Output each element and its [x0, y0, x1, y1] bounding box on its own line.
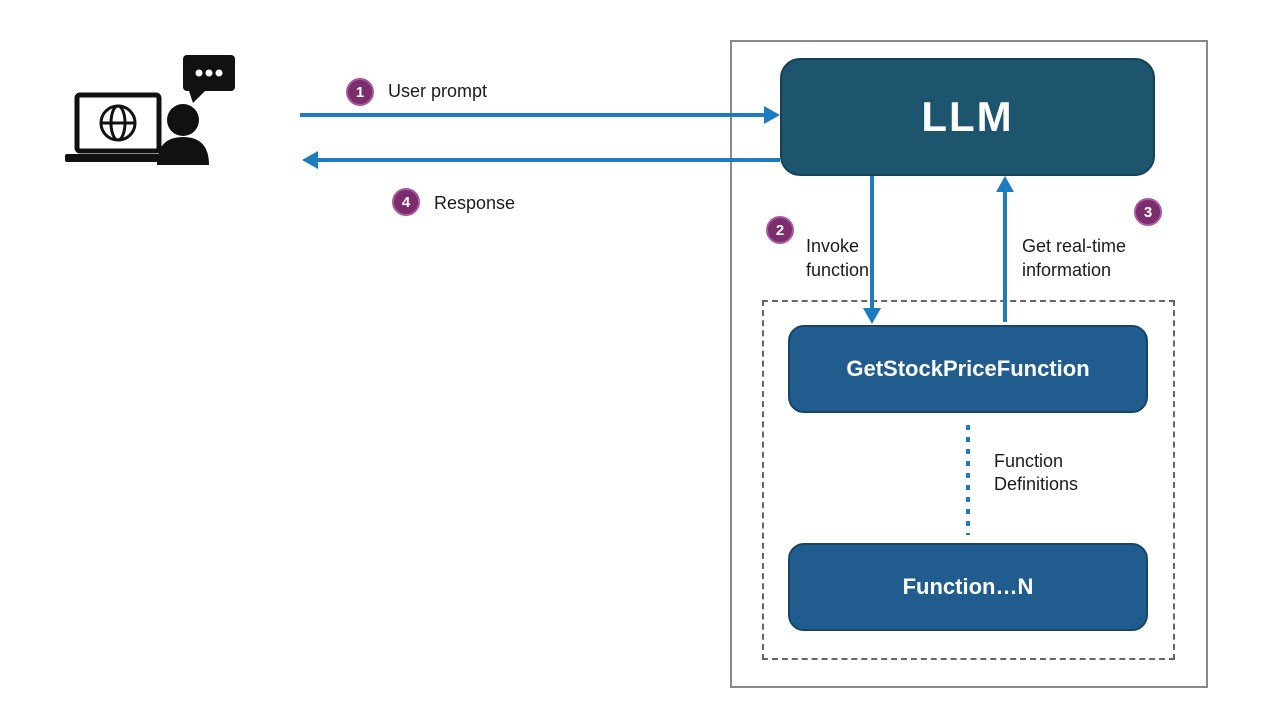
llm-label: LLM [921, 93, 1013, 141]
function-ellipsis [966, 425, 970, 535]
function-box-n: Function…N [788, 543, 1148, 631]
badge-1: 1 [346, 78, 374, 106]
function-box-1: GetStockPriceFunction [788, 325, 1148, 413]
label-realtime-info: Get real-time information [1022, 212, 1126, 282]
badge-4: 4 [392, 188, 420, 216]
arrow-user-prompt-head [764, 106, 780, 124]
person-icon [157, 104, 209, 165]
badge-2: 2 [766, 216, 794, 244]
speech-bubble-icon [183, 55, 235, 103]
badge-3: 3 [1134, 198, 1162, 226]
label-invoke-function: Invoke function [806, 212, 869, 282]
user-icon [65, 55, 245, 180]
arrow-response-head [302, 151, 318, 169]
function-n-label: Function…N [903, 574, 1034, 600]
label-user-prompt: User prompt [388, 80, 487, 103]
user-icon-cluster [65, 55, 245, 175]
arrow-user-prompt [300, 113, 764, 117]
laptop-icon [65, 95, 171, 162]
function-definitions-label: Function Definitions [994, 450, 1134, 497]
arrow-realtime-info [1003, 192, 1007, 322]
arrow-response [318, 158, 780, 162]
label-response: Response [434, 192, 515, 215]
arrow-realtime-info-head [996, 176, 1014, 192]
function-1-label: GetStockPriceFunction [846, 356, 1089, 382]
llm-box: LLM [780, 58, 1155, 176]
arrow-invoke-function-head [863, 308, 881, 324]
arrow-invoke-function [870, 176, 874, 308]
